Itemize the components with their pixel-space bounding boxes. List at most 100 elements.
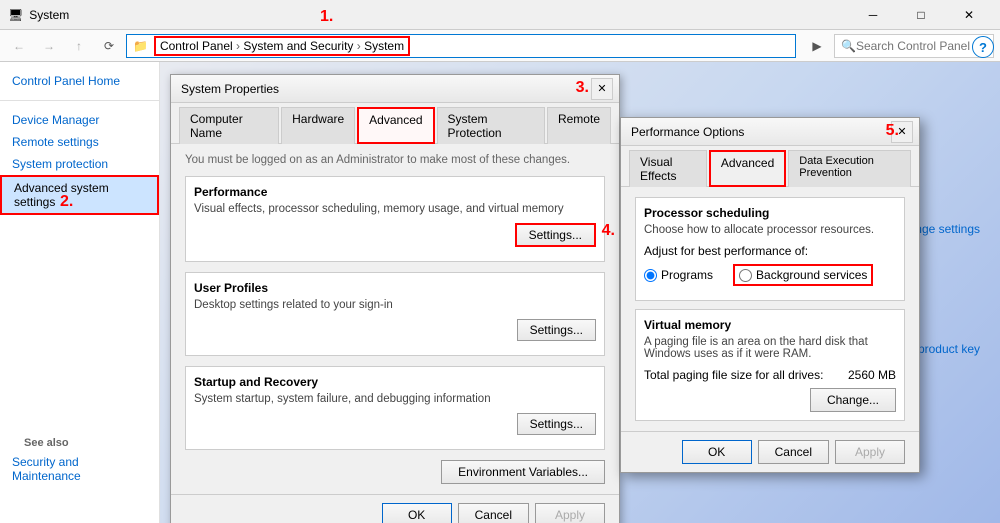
system-properties-title-bar[interactable]: System Properties ✕ xyxy=(171,75,619,103)
main-content: View basic information about your comput… xyxy=(160,62,1000,523)
system-properties-title: System Properties xyxy=(181,82,279,96)
search-input[interactable] xyxy=(856,39,986,53)
system-properties-apply-button[interactable]: Apply xyxy=(535,503,605,523)
processor-scheduling-desc: Choose how to allocate processor resourc… xyxy=(644,224,896,236)
sidebar-item-advanced-system-settings[interactable]: Advanced system settings xyxy=(0,175,159,215)
virtual-memory-section: Virtual memory A paging file is an area … xyxy=(635,309,905,421)
system-properties-tabs: Computer Name Hardware Advanced System P… xyxy=(171,103,619,144)
minimize-button[interactable]: ─ xyxy=(850,0,896,30)
annotation-1: 1. xyxy=(320,8,333,26)
system-properties-dialog-buttons: OK Cancel Apply xyxy=(171,494,619,523)
performance-options-apply-button[interactable]: Apply xyxy=(835,440,905,464)
nav-control-panel-home[interactable]: Control Panel Home xyxy=(0,70,159,92)
performance-desc: Visual effects, processor scheduling, me… xyxy=(194,203,596,215)
radio-programs[interactable]: Programs xyxy=(644,268,713,282)
system-properties-ok-button[interactable]: OK xyxy=(382,503,452,523)
system-properties-close-button[interactable]: ✕ xyxy=(591,78,613,100)
up-button[interactable]: ↑ xyxy=(66,34,92,58)
user-profiles-desc: Desktop settings related to your sign-in xyxy=(194,299,596,311)
sidebar-item-security-maintenance[interactable]: Security and Maintenance xyxy=(12,453,146,485)
performance-options-dialog-buttons: OK Cancel Apply xyxy=(621,431,919,472)
processor-scheduling-header: Processor scheduling xyxy=(644,206,896,220)
go-button[interactable]: ▶ xyxy=(804,34,830,58)
tab-dep[interactable]: Data Execution Prevention xyxy=(788,150,911,187)
startup-recovery-desc: System startup, system failure, and debu… xyxy=(194,393,596,405)
nav-divider xyxy=(0,100,159,101)
admin-note: You must be logged on as an Administrato… xyxy=(185,154,605,166)
annotation-2: 2. xyxy=(60,193,73,211)
tab-system-protection[interactable]: System Protection xyxy=(437,107,545,144)
tab-computer-name[interactable]: Computer Name xyxy=(179,107,279,144)
user-profiles-settings-button[interactable]: Settings... xyxy=(517,319,596,341)
left-nav: Control Panel Home Device Manager Remote… xyxy=(0,62,160,523)
breadcrumb-text: Control Panel › System and Security › Sy… xyxy=(154,36,410,56)
address-bar: ← → ↑ ⟳ 📁 Control Panel › System and Sec… xyxy=(0,30,1000,62)
virtual-memory-header: Virtual memory xyxy=(644,318,896,332)
vm-total-row: Total paging file size for all drives: 2… xyxy=(644,368,896,382)
radio-background-label: Background services xyxy=(756,268,867,282)
breadcrumb: 📁 Control Panel › System and Security › … xyxy=(133,36,410,56)
search-icon: 🔍 xyxy=(841,39,856,53)
performance-options-dialog: Performance Options ✕ 5. Visual Effects … xyxy=(620,117,920,473)
performance-options-cancel-button[interactable]: Cancel xyxy=(758,440,829,464)
breadcrumb-part2: System and Security xyxy=(243,39,353,53)
back-button[interactable]: ← xyxy=(6,34,32,58)
refresh-button[interactable]: ⟳ xyxy=(96,34,122,58)
vm-change-button[interactable]: Change... xyxy=(810,388,896,412)
breadcrumb-icon: 📁 xyxy=(133,39,148,53)
performance-options-content: Processor scheduling Choose how to alloc… xyxy=(621,187,919,431)
search-box[interactable]: 🔍 xyxy=(834,34,994,58)
system-properties-content: You must be logged on as an Administrato… xyxy=(171,144,619,494)
annotation-5: 5. xyxy=(886,122,899,140)
radio-programs-label: Programs xyxy=(661,268,713,282)
breadcrumb-part1: Control Panel xyxy=(160,39,233,53)
breadcrumb-part3: System xyxy=(364,39,404,53)
vm-total-label: Total paging file size for all drives: xyxy=(644,368,823,382)
title-bar-left: 🖥 System xyxy=(8,8,69,22)
forward-button[interactable]: → xyxy=(36,34,62,58)
tab-remote[interactable]: Remote xyxy=(547,107,611,144)
performance-options-title-bar[interactable]: Performance Options ✕ xyxy=(621,118,919,146)
processor-scheduling-section: Processor scheduling Choose how to alloc… xyxy=(635,197,905,301)
address-path[interactable]: 📁 Control Panel › System and Security › … xyxy=(126,34,796,58)
performance-section: Performance Visual effects, processor sc… xyxy=(185,176,605,262)
main-container: Control Panel Home Device Manager Remote… xyxy=(0,62,1000,523)
tab-visual-effects[interactable]: Visual Effects xyxy=(629,150,707,187)
annotation-3: 3. xyxy=(576,79,589,97)
startup-recovery-settings-button[interactable]: Settings... xyxy=(517,413,596,435)
system-properties-dialog: System Properties ✕ 3. Computer Name Har… xyxy=(170,74,620,523)
window-title: System xyxy=(29,8,69,22)
help-button[interactable]: ? xyxy=(972,36,994,58)
startup-recovery-header: Startup and Recovery xyxy=(194,375,596,389)
tab-advanced[interactable]: Advanced xyxy=(357,107,434,144)
title-bar: 🖥 System ─ □ ✕ xyxy=(0,0,1000,30)
radio-background-services[interactable]: Background services xyxy=(733,264,873,286)
user-profiles-section: User Profiles Desktop settings related t… xyxy=(185,272,605,356)
sidebar-item-remote-settings[interactable]: Remote settings xyxy=(0,131,159,153)
processor-radio-group: Programs Background services xyxy=(644,264,896,286)
radio-programs-input[interactable] xyxy=(644,269,657,282)
startup-recovery-section: Startup and Recovery System startup, sys… xyxy=(185,366,605,450)
radio-background-input[interactable] xyxy=(739,269,752,282)
sidebar-item-system-protection[interactable]: System protection xyxy=(0,153,159,175)
annotation-4: 4. xyxy=(602,222,615,240)
vm-total-value: 2560 MB xyxy=(848,368,896,382)
maximize-button[interactable]: □ xyxy=(898,0,944,30)
tab-perf-advanced[interactable]: Advanced xyxy=(709,150,786,187)
see-also-label: See also xyxy=(12,433,146,453)
system-properties-cancel-button[interactable]: Cancel xyxy=(458,503,529,523)
user-profiles-header: User Profiles xyxy=(194,281,596,295)
adjust-label: Adjust for best performance of: xyxy=(644,244,896,258)
performance-options-ok-button[interactable]: OK xyxy=(682,440,752,464)
sidebar-item-device-manager[interactable]: Device Manager xyxy=(0,109,159,131)
performance-header: Performance xyxy=(194,185,596,199)
title-bar-controls: ─ □ ✕ xyxy=(850,0,992,30)
performance-settings-button[interactable]: Settings... xyxy=(515,223,596,247)
system-icon: 🖥 xyxy=(8,8,23,22)
close-button[interactable]: ✕ xyxy=(946,0,992,30)
virtual-memory-desc: A paging file is an area on the hard dis… xyxy=(644,336,896,360)
performance-options-tabs: Visual Effects Advanced Data Execution P… xyxy=(621,146,919,187)
performance-options-title: Performance Options xyxy=(631,125,744,139)
tab-hardware[interactable]: Hardware xyxy=(281,107,355,144)
environment-variables-button[interactable]: Environment Variables... xyxy=(441,460,605,484)
